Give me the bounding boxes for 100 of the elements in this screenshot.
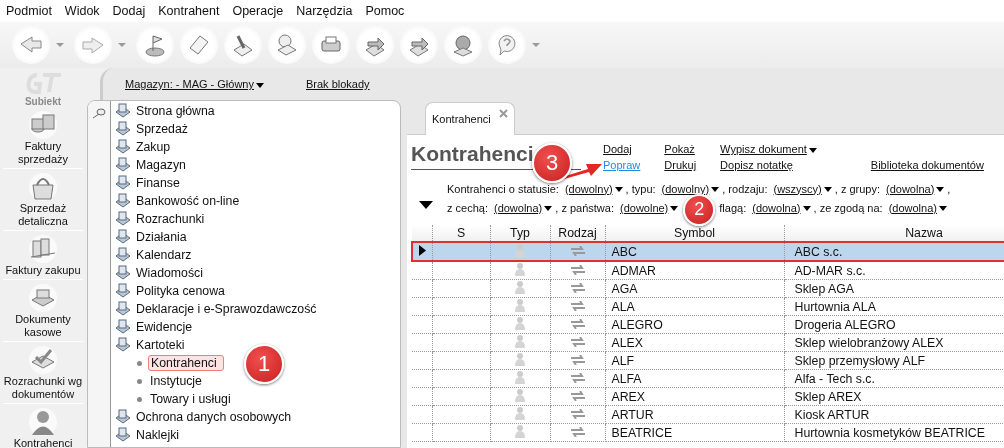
table-row[interactable]: ALA Hurtownia ALA [412,297,1004,316]
tree-item[interactable]: Bankowość on-line [111,192,400,210]
nav-item[interactable]: Rozrachunki wg dokumentów [3,344,83,404]
person-icon [27,406,59,436]
menu-item[interactable]: Pomoc [365,4,405,18]
close-icon[interactable] [498,109,508,118]
toolbar-button[interactable] [400,26,438,64]
table-row[interactable]: ALF Sklep przemysłowy ALF [412,351,1004,370]
table-cell: BEATRICE [605,423,784,442]
toolbar-button[interactable] [488,26,526,64]
menu-item[interactable]: Kontrahent [158,4,220,18]
person-icon [513,316,527,330]
tree-item[interactable]: Wiadomości [111,264,400,282]
person-icon [513,262,527,276]
action-link[interactable]: Dopisz notatkę [720,159,817,173]
action-link[interactable]: Popraw [603,159,641,173]
toolbar-button[interactable] [224,26,262,64]
tree-item[interactable]: Ochrona danych osobowych [111,408,400,426]
nav-item[interactable]: Kontrahenci [3,406,83,448]
tree-item[interactable]: Strona główna [111,102,400,120]
table-cell: Alfa - Tech s.c. [784,369,1004,388]
table-row[interactable]: ALEX Sklep wielobranżowy ALEX [412,333,1004,352]
filter-dropdown[interactable]: (dowolny) [661,182,720,195]
person-icon [513,352,527,366]
menu-item[interactable]: Dodaj [112,4,146,18]
table-cell: Sklep AREX [784,387,1004,406]
toolbar-button[interactable] [136,26,174,64]
tree-item[interactable]: Magazyn [111,156,400,174]
filter-label: Kontrahenci o statusie: [447,182,559,195]
table-row[interactable]: BEATRICE Hurtownia kosmetyków BEATRICE [412,423,1004,442]
menu-item[interactable]: Widok [64,4,100,18]
filter-dropdown[interactable]: (wszyscy) [773,182,832,195]
filter-dropdown[interactable]: (dowolna) [886,182,945,195]
step-number-badge: 3 [532,143,572,183]
toolbar-button[interactable] [268,26,306,64]
filter-dropdown[interactable]: (dowolna) [752,201,811,214]
table-row[interactable]: AGA Sklep AGA [412,279,1004,298]
table-row[interactable]: ALFA Alfa - Tech s.c. [412,369,1004,388]
table-cell: Drogeria ALEGRO [784,315,1004,334]
tree-item[interactable]: Finanse [111,174,400,192]
collapse-triangle-icon[interactable] [419,201,433,209]
table-cell: ABC [605,242,784,261]
menu-item[interactable]: Operacje [232,4,284,18]
filter-dropdown[interactable]: (dowolny) [564,182,623,195]
toolbar-button[interactable] [312,26,350,64]
tree-item[interactable]: Kontrahenci [148,355,224,371]
nav-item[interactable]: Faktury zakupu [3,233,83,280]
tree-item[interactable]: Naklejki [111,426,400,444]
tree-item[interactable]: Polityka cenowa [111,282,400,300]
filter-dropdown[interactable]: (dowolna) [493,201,553,214]
action-link[interactable]: Dodaj [603,143,641,157]
tree-item[interactable]: Ewidencje [111,318,400,336]
nav-item[interactable]: Sprzedaż detaliczna [3,171,83,231]
dropdown-caret-icon[interactable] [118,43,126,47]
action-link[interactable]: Biblioteka dokumentów [870,159,984,173]
table-row[interactable]: ARTUR Kiosk ARTUR [412,405,1004,424]
action-link[interactable]: Drukuj [664,159,697,173]
two-way-arrow-icon [569,426,586,437]
tree-item[interactable]: Zakup [111,138,400,156]
lock-status-link[interactable]: Brak blokady [306,78,370,90]
nav-item[interactable]: Faktury sprzedaży [3,109,83,169]
tree-item[interactable]: Kalendarz [111,246,400,264]
dropdown-caret-icon[interactable] [532,43,540,47]
table-cell: ALF [605,351,784,370]
two-way-arrow-icon [569,282,586,293]
table-cell: Sklep wielobranżowy ALEX [784,333,1004,352]
filter-label: flagą: [719,201,747,214]
checkmark-icon [27,344,59,374]
filter-dropdown[interactable]: (dowolne) [620,201,679,214]
table-cell: AGA [605,279,784,298]
tree-item[interactable]: Deklaracje i e-Sprawozdawczość [111,300,400,318]
filter-dropdown[interactable]: (dowolna) [888,201,947,214]
table-row[interactable]: ALEGRO Drogeria ALEGRO [412,315,1004,334]
tree-item[interactable]: Rozrachunki [111,210,400,228]
tree-item[interactable]: Działania [111,228,400,246]
menu-item[interactable]: Narzędzia [296,4,353,18]
nav-item[interactable]: Dokumenty kasowe [3,282,83,342]
pin-icon[interactable] [92,107,106,119]
two-way-arrow-icon [569,354,586,365]
menu-item[interactable]: Podmiot [6,4,52,18]
toolbar-button[interactable] [356,26,394,64]
table-row[interactable]: AREX Sklep AREX [412,387,1004,406]
tree-item[interactable]: Towary i usługi [148,392,237,406]
warehouse-dropdown[interactable]: Magazyn: - MAG - Główny [125,78,264,90]
action-link[interactable]: Wypisz dokument [720,143,817,157]
dropdown-caret-icon[interactable] [56,43,64,47]
bullet-icon [137,360,142,366]
toolbar-button[interactable] [444,26,482,64]
table-row[interactable]: ADMAR AD-MAR s.c. [412,261,1004,280]
table-cell: ADMAR [605,261,784,280]
action-link[interactable]: Pokaż [664,143,697,157]
tab[interactable]: Kontrahenci [425,102,515,135]
tree-item[interactable]: Sprzedaż [111,120,400,138]
boxes-icon [27,233,59,263]
tree-item[interactable]: Instytucje [148,374,208,388]
table-cell: Sklep AGA [784,279,1004,298]
two-way-arrow-icon [569,390,586,401]
table-row[interactable]: ABC ABC s.c. [412,242,1004,261]
toolbar-button[interactable] [12,26,50,64]
toolbar-button[interactable] [180,26,218,64]
